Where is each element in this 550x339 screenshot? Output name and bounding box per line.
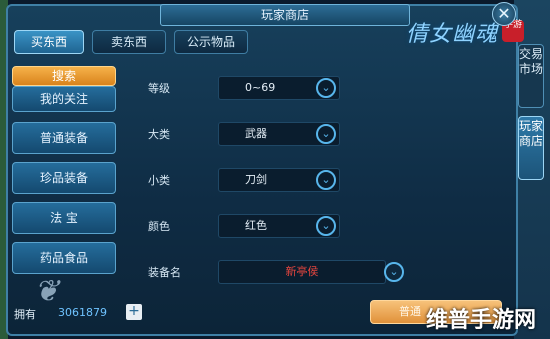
tab-buy[interactable]: 买东西 xyxy=(14,30,84,54)
tab-player-shop[interactable]: 玩家商店 xyxy=(518,116,544,180)
window-title: 玩家商店 xyxy=(160,4,410,26)
sidebar-item-normal-equip[interactable]: 普通装备 xyxy=(12,122,116,154)
equip-name-select[interactable]: 新亭侯 xyxy=(218,260,386,284)
sidebar-item-rare-equip[interactable]: 珍品装备 xyxy=(12,162,116,194)
tab-sell[interactable]: 卖东西 xyxy=(92,30,166,54)
close-icon[interactable]: ✕ xyxy=(492,2,516,26)
own-label: 拥有 xyxy=(14,308,36,321)
chevron-down-icon[interactable]: ⌄ xyxy=(316,216,336,236)
label-category: 大类 xyxy=(148,128,170,141)
add-icon[interactable]: + xyxy=(126,304,142,320)
logo-text: 倩女幽魂 xyxy=(406,22,499,47)
label-equip-name: 装备名 xyxy=(148,266,181,279)
tab-public-items[interactable]: 公示物品 xyxy=(174,30,248,54)
site-watermark: 维普手游网 xyxy=(426,308,537,333)
chevron-down-icon[interactable]: ⌄ xyxy=(316,170,336,190)
chevron-down-icon[interactable]: ⌄ xyxy=(316,124,336,144)
sidebar-item-fabao[interactable]: 法 宝 xyxy=(12,202,116,234)
chevron-down-icon[interactable]: ⌄ xyxy=(316,78,336,98)
search-button[interactable]: 搜索 xyxy=(12,66,116,86)
tab-trade-market[interactable]: 交易市场 xyxy=(518,44,544,108)
chevron-down-icon[interactable]: ⌄ xyxy=(384,262,404,282)
watermark-logo-icon: ❦ xyxy=(34,274,60,309)
label-subcategory: 小类 xyxy=(148,174,170,187)
filter-form: 等级 0~69 ⌄ 大类 武器 ⌄ 小类 刀剑 ⌄ 颜色 红色 ⌄ 装备名 新亭… xyxy=(126,64,416,296)
label-level: 等级 xyxy=(148,82,170,95)
sidebar-item-follow[interactable]: 我的关注 xyxy=(12,86,116,112)
label-color: 颜色 xyxy=(148,220,170,233)
category-sidebar: 搜索 我的关注 普通装备 珍品装备 法 宝 药品食品 xyxy=(12,58,120,298)
sidebar-item-medicine-food[interactable]: 药品食品 xyxy=(12,242,116,274)
own-value: 3061879 xyxy=(58,306,107,319)
